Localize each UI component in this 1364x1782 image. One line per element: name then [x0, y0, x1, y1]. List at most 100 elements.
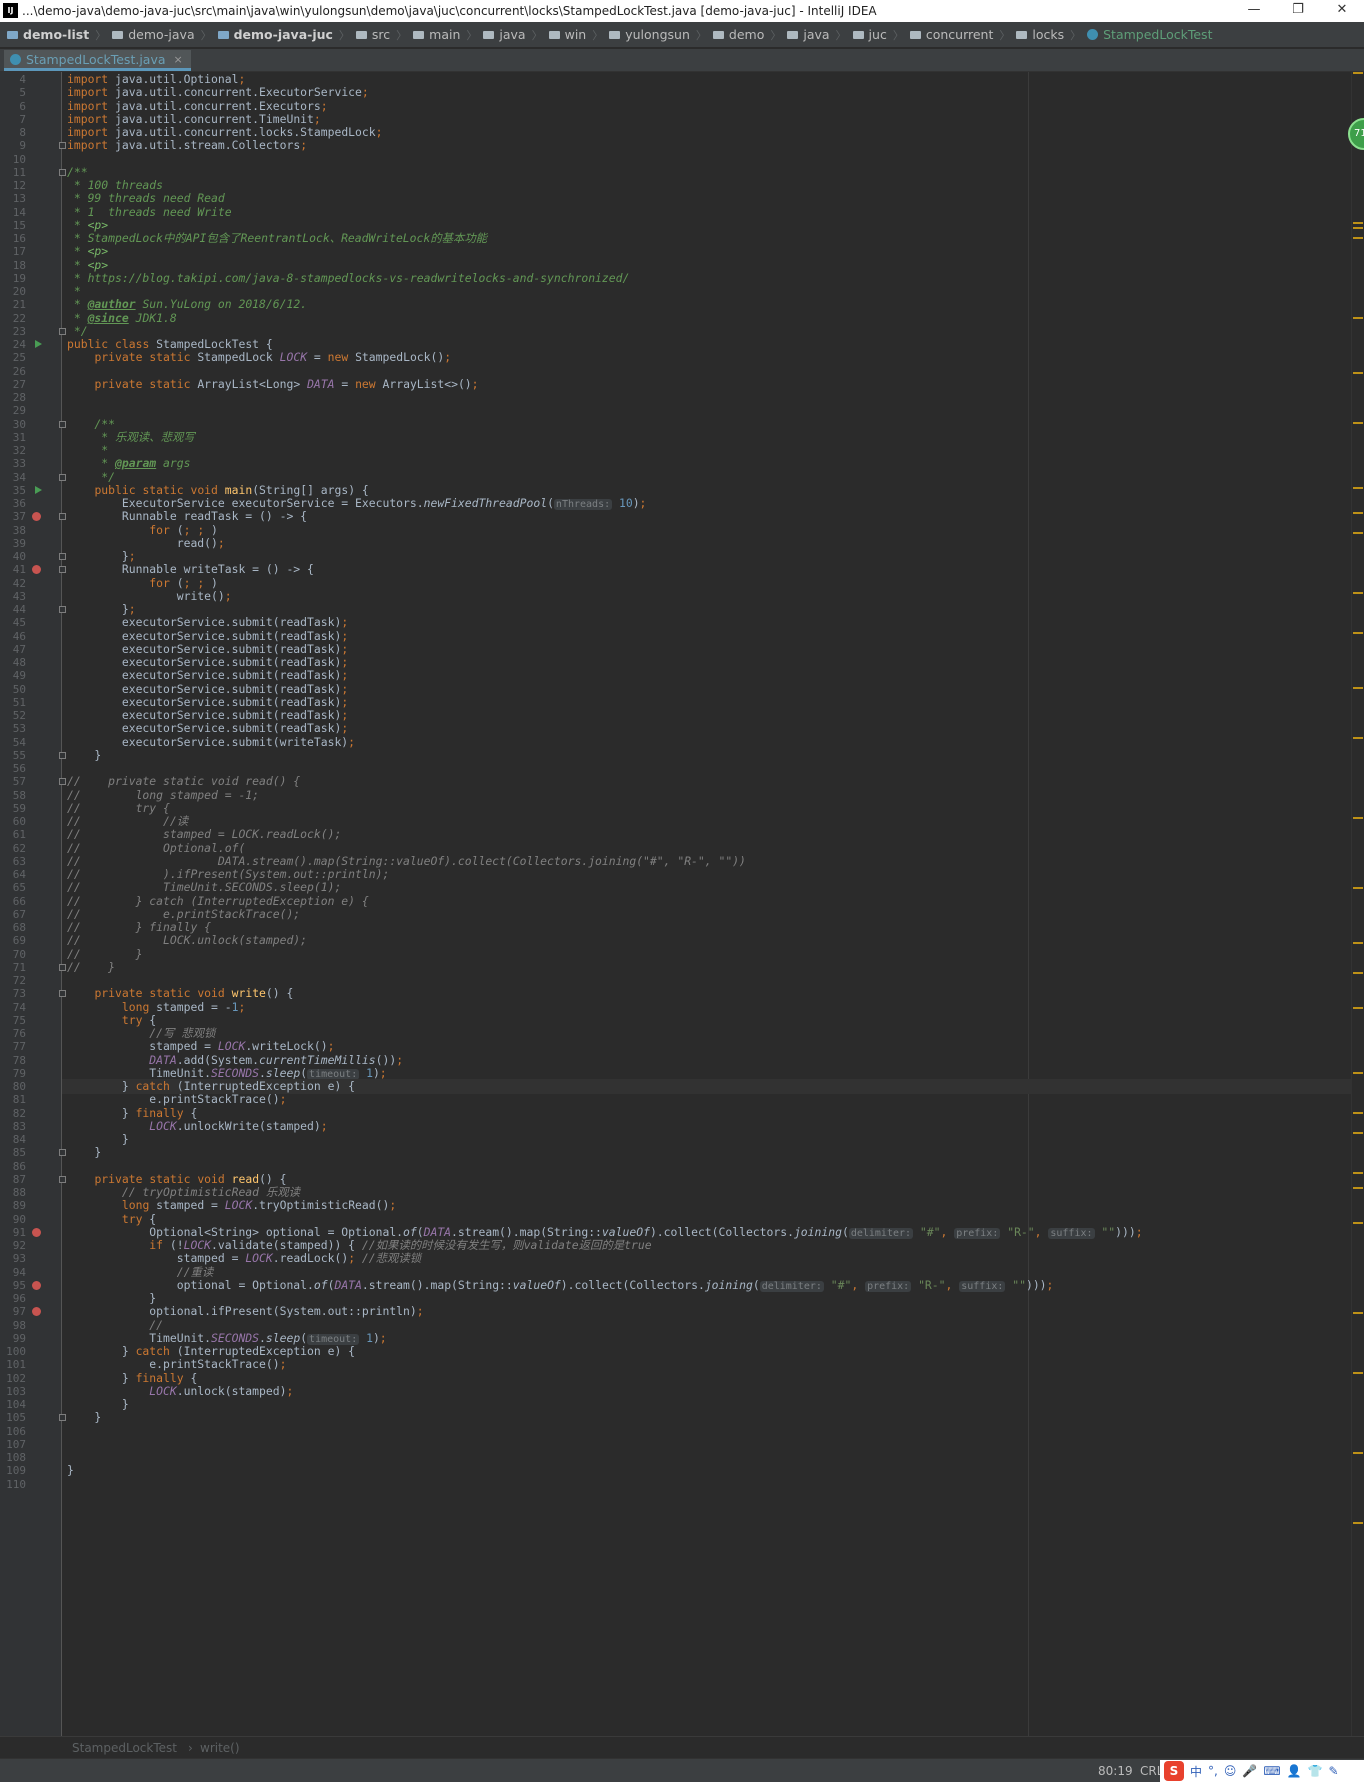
breadcrumb-demo[interactable]: demo: [710, 27, 767, 42]
warning-stripe-mark[interactable]: [1353, 737, 1363, 739]
warning-stripe-mark[interactable]: [1353, 1522, 1363, 1524]
close-tab-icon[interactable]: ×: [174, 53, 183, 66]
line-number[interactable]: 17: [0, 244, 26, 259]
code-line[interactable]: 45 executorService.submit(readTask);: [0, 615, 1340, 630]
fold-marker-icon[interactable]: [59, 990, 66, 997]
line-number[interactable]: 29: [0, 403, 26, 418]
warning-stripe-mark[interactable]: [1353, 1187, 1363, 1189]
warning-stripe-mark[interactable]: [1353, 1112, 1363, 1114]
warning-stripe-mark[interactable]: [1353, 1007, 1363, 1009]
line-number[interactable]: 65: [0, 880, 26, 895]
code-line[interactable]: 97 optional.ifPresent(System.out::printl…: [0, 1304, 1340, 1319]
fold-marker-icon[interactable]: [59, 328, 66, 335]
fold-marker-icon[interactable]: [59, 1176, 66, 1183]
line-number[interactable]: 97: [0, 1304, 26, 1319]
code-line[interactable]: 101 e.printStackTrace();: [0, 1357, 1340, 1372]
line-number[interactable]: 21: [0, 297, 26, 312]
warning-stripe-mark[interactable]: [1353, 1372, 1363, 1374]
line-number[interactable]: 5: [0, 85, 26, 100]
ime-toolbar[interactable]: S 中 °, ☺ 🎤 ⌨ 👤 👕 ✎: [1160, 1760, 1364, 1782]
fold-marker-icon[interactable]: [59, 421, 66, 428]
skin-icon[interactable]: 👕: [1308, 1764, 1323, 1778]
line-number[interactable]: 53: [0, 721, 26, 736]
warning-stripe-mark[interactable]: [1353, 1452, 1363, 1454]
warning-stripe-mark[interactable]: [1353, 227, 1363, 229]
breadcrumb-demo-java[interactable]: demo-java: [109, 27, 197, 42]
minimize-button[interactable]: —: [1232, 0, 1276, 22]
fold-marker-icon[interactable]: [59, 778, 66, 785]
caret-position[interactable]: 80:19: [1098, 1764, 1133, 1778]
fold-marker-icon[interactable]: [59, 606, 66, 613]
fold-marker-icon[interactable]: [59, 1149, 66, 1156]
line-number[interactable]: 41: [0, 562, 26, 577]
code-line[interactable]: 5 import java.util.concurrent.ExecutorSer…: [0, 85, 1340, 100]
fold-marker-icon[interactable]: [59, 553, 66, 560]
line-number[interactable]: 45: [0, 615, 26, 630]
code-editor[interactable]: 4 import java.util.Optional; 5 import java.…: [0, 72, 1364, 1736]
keyboard-icon[interactable]: ⌨: [1263, 1764, 1280, 1778]
run-gutter-icon[interactable]: [35, 486, 42, 494]
fold-marker-icon[interactable]: [59, 964, 66, 971]
code-line[interactable]: 37 Runnable readTask = () -> {: [0, 509, 1340, 524]
warning-stripe-mark[interactable]: [1353, 1172, 1363, 1174]
warning-stripe-mark[interactable]: [1353, 592, 1363, 594]
breadcrumb-locks[interactable]: locks: [1013, 27, 1067, 42]
line-number[interactable]: 105: [0, 1410, 26, 1425]
fold-marker-icon[interactable]: [59, 566, 66, 573]
fold-marker-icon[interactable]: [59, 752, 66, 759]
ime-punctuation-label[interactable]: °,: [1208, 1764, 1218, 1778]
code-line[interactable]: 81 e.printStackTrace();: [0, 1092, 1340, 1107]
lambda-breakpoint-icon[interactable]: [32, 1228, 41, 1237]
code-line[interactable]: 105 }: [0, 1410, 1340, 1425]
code-line[interactable]: 93 stamped = LOCK.readLock(); //悲观读锁: [0, 1251, 1340, 1266]
warning-stripe-mark[interactable]: [1353, 317, 1363, 319]
lambda-breakpoint-icon[interactable]: [32, 565, 41, 574]
code-line[interactable]: 29: [0, 403, 1340, 418]
line-number[interactable]: 73: [0, 986, 26, 1001]
breadcrumb-class[interactable]: StampedLockTest: [72, 1741, 177, 1755]
line-number[interactable]: 89: [0, 1198, 26, 1213]
breadcrumb-win[interactable]: win: [546, 27, 590, 42]
code-line[interactable]: 41 Runnable writeTask = () -> {: [0, 562, 1340, 577]
sogou-ime-icon[interactable]: S: [1164, 1761, 1184, 1781]
code-line[interactable]: 9 import java.util.stream.Collectors;: [0, 138, 1340, 153]
code-line[interactable]: 77 stamped = LOCK.writeLock();: [0, 1039, 1340, 1054]
fold-marker-icon[interactable]: [59, 142, 66, 149]
code-line[interactable]: 69 // LOCK.unlock(stamped);: [0, 933, 1340, 948]
line-number[interactable]: 77: [0, 1039, 26, 1054]
line-number[interactable]: 37: [0, 509, 26, 524]
code-line[interactable]: 110: [0, 1477, 1340, 1492]
line-number[interactable]: 81: [0, 1092, 26, 1107]
fold-marker-icon[interactable]: [59, 474, 66, 481]
breadcrumb-juc[interactable]: juc: [850, 27, 890, 42]
warning-stripe-mark[interactable]: [1353, 222, 1363, 224]
warning-stripe-mark[interactable]: [1353, 972, 1363, 974]
warning-stripe-mark[interactable]: [1353, 632, 1363, 634]
line-number[interactable]: 33: [0, 456, 26, 471]
breadcrumb-demo-java-juc[interactable]: demo-java-juc: [215, 27, 336, 42]
warning-stripe-mark[interactable]: [1353, 237, 1363, 239]
warning-stripe-mark[interactable]: [1353, 422, 1363, 424]
breadcrumb-main[interactable]: main: [410, 27, 463, 42]
ime-mode-label[interactable]: 中: [1190, 1763, 1202, 1780]
code-line[interactable]: 73 private static void write() {: [0, 986, 1340, 1001]
code-line[interactable]: 109}: [0, 1463, 1340, 1478]
emoji-icon[interactable]: ☺: [1224, 1764, 1237, 1778]
line-number[interactable]: 85: [0, 1145, 26, 1160]
lambda-breakpoint-icon[interactable]: [32, 512, 41, 521]
microphone-icon[interactable]: 🎤: [1242, 1764, 1257, 1778]
code-line[interactable]: 17 * <p>: [0, 244, 1340, 259]
breadcrumb-demo-list[interactable]: demo-list: [4, 27, 92, 42]
fold-marker-icon[interactable]: [59, 169, 66, 176]
warning-stripe-mark[interactable]: [1353, 1072, 1363, 1074]
restore-button[interactable]: ❐: [1276, 0, 1320, 22]
lambda-breakpoint-icon[interactable]: [32, 1281, 41, 1290]
lambda-breakpoint-icon[interactable]: [32, 1307, 41, 1316]
fold-marker-icon[interactable]: [59, 513, 66, 520]
line-number[interactable]: 69: [0, 933, 26, 948]
warning-stripe-mark[interactable]: [1353, 372, 1363, 374]
user-icon[interactable]: 👤: [1287, 1764, 1302, 1778]
warning-stripe-mark[interactable]: [1353, 512, 1363, 514]
code-line[interactable]: 85 }: [0, 1145, 1340, 1160]
code-line[interactable]: 49 executorService.submit(readTask);: [0, 668, 1340, 683]
